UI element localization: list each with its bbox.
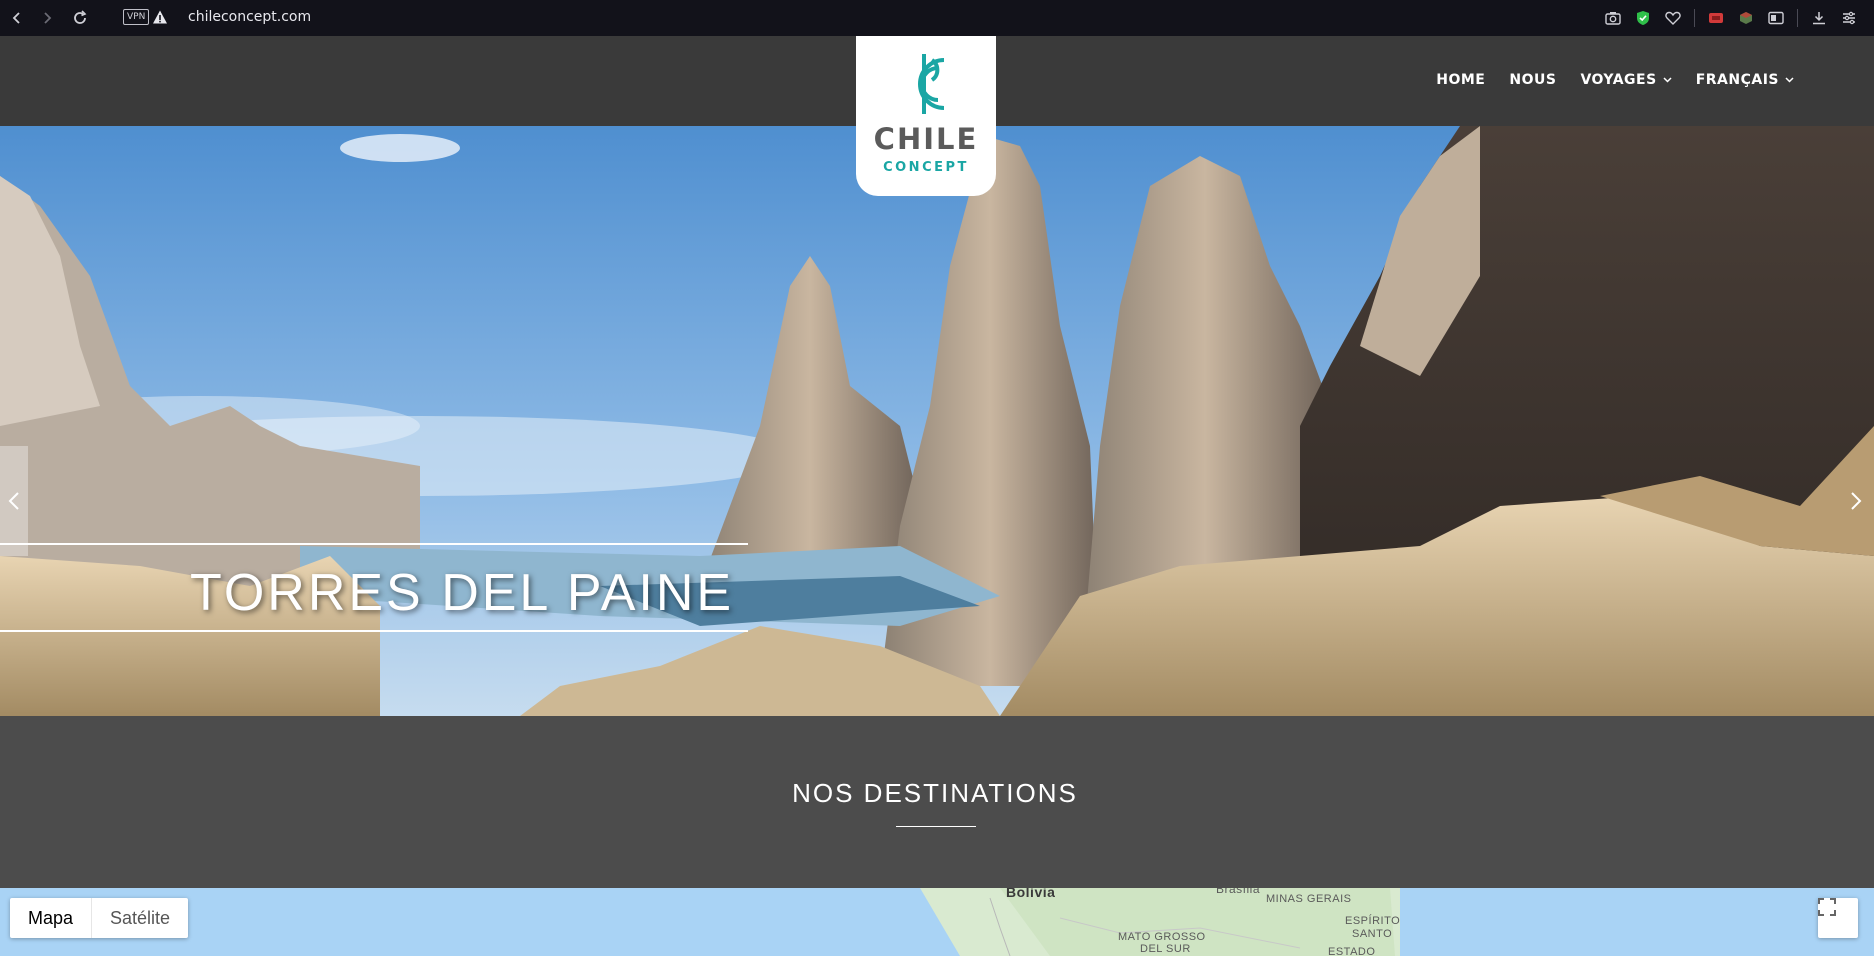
logo-subtitle: CONCEPT — [883, 160, 969, 175]
chevron-down-icon — [1663, 75, 1672, 86]
extension-cube-icon[interactable] — [1735, 7, 1757, 29]
fullscreen-button[interactable] — [1818, 898, 1858, 938]
logo-title: CHILE — [873, 122, 979, 156]
nav-voyages[interactable]: VOYAGES — [1580, 72, 1672, 88]
map-label-estado: ESTADO — [1328, 946, 1376, 956]
map-type-control: Mapa Satélite — [10, 898, 189, 938]
browser-toolbar: VPN chileconcept.com — [0, 0, 1874, 36]
nav-home[interactable]: HOME — [1436, 72, 1485, 88]
fullscreen-icon — [1818, 898, 1836, 916]
back-icon[interactable] — [4, 5, 30, 31]
map-label-espirito-santo-2: SANTO — [1352, 928, 1393, 940]
map-label-minas-gerais: MINAS GERAIS — [1266, 893, 1352, 905]
vpn-badge[interactable]: VPN — [123, 9, 150, 25]
map-label-brasilia: Brasília — [1216, 888, 1261, 896]
sidebar-panel-icon[interactable] — [1765, 7, 1787, 29]
map-label-espirito-santo: ESPÍRITO — [1345, 915, 1401, 927]
main-navigation: HOME NOUS VOYAGES FRANÇAIS — [1436, 72, 1794, 88]
title-underline — [896, 826, 976, 827]
chevron-right-icon — [1851, 492, 1862, 510]
hero-slider[interactable] — [0, 126, 1874, 716]
map-embed[interactable]: Bolivia Brasília MINAS GERAIS ESPÍRITO S… — [0, 888, 1874, 956]
logo-mark-icon — [918, 54, 945, 114]
caption-rule-top — [0, 543, 748, 545]
map-type-satellite[interactable]: Satélite — [91, 898, 188, 938]
nav-language[interactable]: FRANÇAIS — [1696, 72, 1794, 88]
extension-red-icon[interactable] — [1705, 7, 1727, 29]
hero-image — [0, 126, 1874, 716]
reload-icon[interactable] — [67, 5, 93, 31]
map-label-mato-grosso-2: DEL SUR — [1140, 943, 1191, 955]
settings-sliders-icon[interactable] — [1838, 7, 1860, 29]
map-label-bolivia: Bolivia — [1006, 888, 1056, 900]
download-icon[interactable] — [1808, 7, 1830, 29]
map-canvas — [920, 888, 1400, 956]
site-logo[interactable]: CHILE CONCEPT — [856, 36, 996, 196]
map-type-map[interactable]: Mapa — [10, 898, 91, 938]
forward-icon[interactable] — [34, 5, 60, 31]
chevron-down-icon — [1785, 75, 1794, 86]
nav-nous[interactable]: NOUS — [1509, 72, 1556, 88]
toolbar-divider — [1694, 9, 1695, 27]
chevron-left-icon — [8, 492, 19, 510]
caption-rule-bottom — [0, 630, 748, 632]
map-label-mato-grosso: MATO GROSSO — [1118, 931, 1206, 943]
slider-next-button[interactable] — [1844, 481, 1868, 521]
toolbar-divider — [1797, 9, 1798, 27]
section-title: NOS DESTINATIONS — [792, 778, 1078, 808]
warning-icon[interactable] — [152, 9, 170, 27]
destinations-section: NOS DESTINATIONS — [0, 716, 1874, 888]
camera-icon[interactable] — [1602, 7, 1624, 29]
heart-icon[interactable] — [1662, 7, 1684, 29]
slider-prev-button[interactable] — [0, 446, 28, 556]
address-bar[interactable]: chileconcept.com — [188, 9, 311, 25]
shield-icon[interactable] — [1632, 7, 1654, 29]
hero-caption: TORRES DEL PAINE — [190, 564, 735, 622]
